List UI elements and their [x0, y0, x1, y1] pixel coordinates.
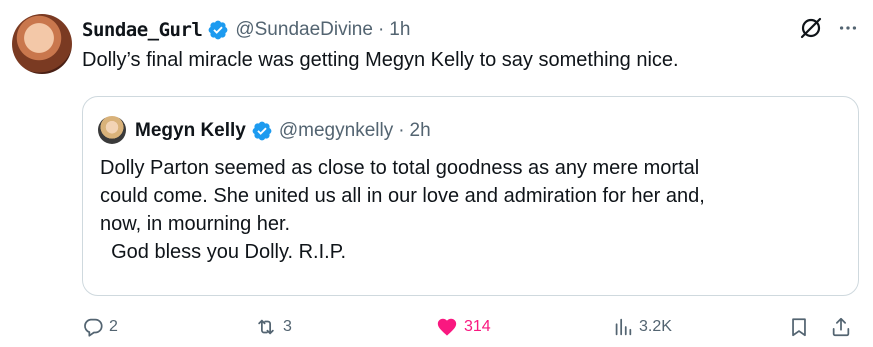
repost-count: 3	[283, 318, 292, 335]
tweet-top-actions	[799, 16, 859, 40]
separator-dot: ·	[398, 120, 405, 141]
like-button[interactable]: 314	[435, 312, 491, 342]
author-display-name[interactable]: Sundae_Gurl	[82, 19, 203, 41]
like-count: 314	[464, 318, 491, 335]
share-button[interactable]	[830, 312, 852, 342]
quoted-author-avatar[interactable]	[98, 116, 126, 144]
bookmark-button[interactable]	[788, 312, 810, 342]
quoted-author-handle[interactable]: @megynkelly	[279, 120, 393, 142]
tweet-action-bar: 2 3 314 3.2K	[82, 312, 862, 342]
quoted-tweet-timestamp[interactable]: 2h	[410, 120, 431, 142]
quoted-tweet[interactable]: Megyn Kelly @megynkelly · 2h Dolly Parto…	[82, 96, 859, 296]
reply-count: 2	[109, 318, 118, 335]
heart-filled-icon	[437, 318, 457, 336]
quoted-author-display-name[interactable]: Megyn Kelly	[135, 120, 246, 142]
quoted-tweet-header: Megyn Kelly @megynkelly · 2h	[135, 117, 431, 145]
tweet-timestamp[interactable]: 1h	[389, 19, 410, 41]
separator-dot: ·	[377, 19, 385, 40]
grok-icon[interactable]	[799, 16, 823, 40]
repost-button[interactable]: 3	[254, 312, 292, 342]
tweet-header: Sundae_Gurl @SundaeDivine · 1h	[82, 16, 410, 44]
author-avatar[interactable]	[12, 14, 72, 74]
quoted-tweet-text: Dolly Parton seemed as close to total go…	[100, 157, 705, 263]
verified-badge-icon	[251, 120, 273, 142]
share-icon	[832, 317, 850, 337]
analytics-bars-icon	[615, 318, 632, 336]
repost-icon	[258, 319, 274, 335]
verified-badge-icon	[207, 19, 229, 41]
reply-button[interactable]: 2	[82, 312, 118, 342]
bookmark-icon	[792, 318, 806, 337]
author-handle[interactable]: @SundaeDivine	[235, 19, 373, 41]
more-options-icon[interactable]	[837, 17, 859, 39]
views-button[interactable]: 3.2K	[612, 312, 672, 342]
tweet-text: Dolly’s final miracle was getting Megyn …	[82, 49, 679, 71]
reply-icon	[84, 318, 103, 337]
views-count: 3.2K	[639, 318, 672, 335]
